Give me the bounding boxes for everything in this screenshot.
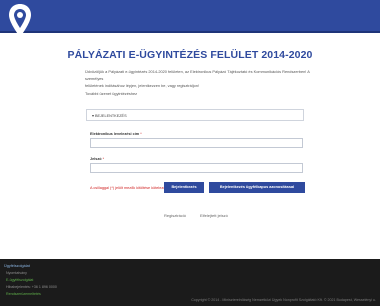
footer-link-3: Hibabejelentés: +36 1 896 0000	[6, 285, 57, 289]
footer-heading: Ügyfélszolgálat	[4, 264, 30, 268]
required-fields-note: A csillaggal (*) jelölt mezők kitöltése …	[90, 186, 167, 190]
footer-link-1[interactable]: Nyomtatvány	[6, 271, 27, 275]
login-note: További üzenet ügyintézéshez	[85, 91, 138, 96]
intro-line-1: Üdvözöljük a Pályázati e-ügyintézés 2014…	[85, 69, 310, 81]
location-pin-logo-icon[interactable]	[8, 3, 32, 39]
login-section-header[interactable]: ▾ BEJELENTKEZÉS	[86, 109, 304, 121]
password-field[interactable]	[90, 163, 303, 173]
password-required-mark: *	[102, 157, 105, 161]
email-field[interactable]	[90, 138, 303, 148]
intro-text: Üdvözöljük a Pályázati e-ügyintézés 2014…	[85, 68, 313, 89]
footer-link-2[interactable]: E-ügyfélszolgálat	[6, 278, 33, 282]
header-bar	[0, 0, 380, 37]
password-label: Jelszó *	[90, 157, 104, 161]
intro-line-2: felületének indításához lépjen, jelentke…	[85, 83, 199, 88]
forgot-password-link[interactable]: Elfelejtett jelszó	[200, 213, 228, 218]
email-label-text: Elektronikus levelezési cím	[90, 132, 140, 136]
email-required-mark: *	[140, 132, 142, 136]
copyright-text: Copyright © 2014 - Miniszterelnökség Nem…	[191, 298, 376, 302]
email-label: Elektronikus levelezési cím *	[90, 132, 142, 136]
password-label-text: Jelszó	[90, 157, 102, 161]
footer: Ügyfélszolgálat Nyomtatvány E-ügyfélszol…	[0, 259, 380, 306]
main-content: PÁLYÁZATI E-ÜGYINTÉZÉS FELÜLET 2014-2020…	[0, 35, 380, 259]
gov-login-button[interactable]: Bejelentkezés ügyfélkapus azonosítással	[209, 182, 305, 193]
page-title: PÁLYÁZATI E-ÜGYINTÉZÉS FELÜLET 2014-2020	[67, 49, 313, 61]
login-button[interactable]: Bejelentkezés	[164, 182, 204, 193]
footer-link-4[interactable]: Rendszerüzemeltetés	[6, 292, 41, 296]
register-link[interactable]: Regisztráció	[164, 213, 186, 218]
